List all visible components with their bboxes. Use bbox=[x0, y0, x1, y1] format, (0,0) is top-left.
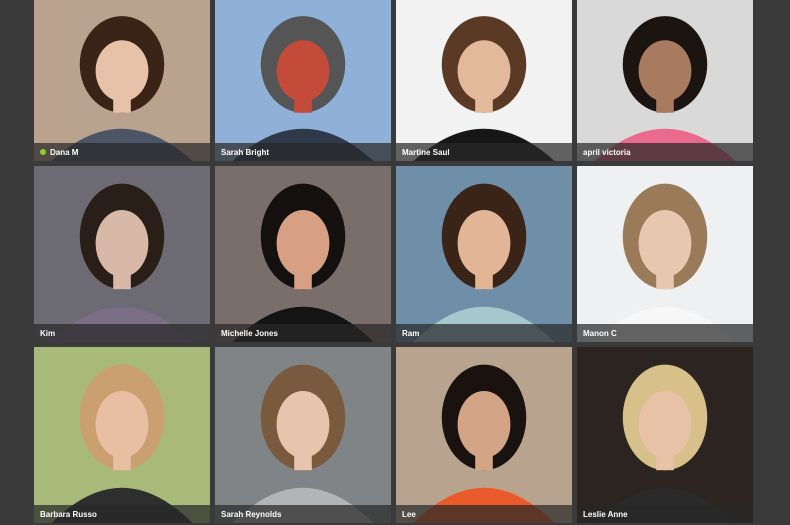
profile-caption: Martine Saul bbox=[396, 143, 572, 161]
neck-shape bbox=[113, 93, 131, 113]
profile-caption: Dana M bbox=[34, 143, 210, 161]
profile-name: Michelle Jones bbox=[221, 328, 278, 338]
profile-name: Lee bbox=[402, 509, 416, 519]
profile-caption: Sarah Reynolds bbox=[215, 505, 391, 523]
profile-photo bbox=[396, 347, 572, 523]
profile-card[interactable]: Barbara Russo bbox=[34, 347, 210, 523]
profile-name: Dana M bbox=[50, 147, 79, 157]
profile-caption: Leslie Anne bbox=[577, 505, 753, 523]
profile-name: Martine Saul bbox=[402, 147, 450, 157]
profile-card[interactable]: Ram bbox=[396, 166, 572, 342]
face-shape bbox=[457, 40, 511, 102]
profile-photo bbox=[34, 347, 210, 523]
profile-name: Kim bbox=[40, 328, 56, 338]
profile-name: Ram bbox=[402, 328, 420, 338]
face-shape bbox=[638, 391, 692, 458]
face-shape bbox=[638, 40, 692, 102]
profile-photo bbox=[577, 347, 753, 523]
face-shape bbox=[276, 40, 330, 102]
face-shape bbox=[276, 391, 330, 458]
profile-caption: Michelle Jones bbox=[215, 324, 391, 342]
profile-card[interactable]: Manon C bbox=[577, 166, 753, 342]
face-shape bbox=[276, 210, 330, 277]
profile-name: Sarah Bright bbox=[221, 147, 270, 157]
profile-photo bbox=[577, 0, 753, 161]
neck-shape bbox=[475, 449, 493, 471]
profile-caption: Kim bbox=[34, 324, 210, 342]
profile-caption: Barbara Russo bbox=[34, 505, 210, 523]
neck-shape bbox=[475, 93, 493, 113]
profile-photo bbox=[396, 166, 572, 342]
neck-shape bbox=[294, 268, 312, 290]
face-shape bbox=[638, 210, 692, 277]
profile-photo bbox=[577, 166, 753, 342]
portrait-illustration bbox=[215, 166, 391, 342]
face-shape bbox=[95, 210, 149, 277]
portrait-illustration bbox=[34, 166, 210, 342]
profile-caption: april victoria bbox=[577, 143, 753, 161]
portrait-illustration bbox=[396, 347, 572, 523]
neck-shape bbox=[656, 93, 674, 113]
portrait-illustration bbox=[577, 166, 753, 342]
profile-name: Manon C bbox=[583, 328, 617, 338]
profile-photo bbox=[215, 347, 391, 523]
profile-card[interactable]: Sarah Reynolds bbox=[215, 347, 391, 523]
profile-caption: Lee bbox=[396, 505, 572, 523]
profile-photo bbox=[215, 0, 391, 161]
face-shape bbox=[95, 40, 149, 102]
portrait-illustration bbox=[215, 0, 391, 161]
profile-card[interactable]: april victoria bbox=[577, 0, 753, 161]
profile-name: Sarah Reynolds bbox=[221, 509, 282, 519]
online-status-icon bbox=[40, 149, 46, 155]
neck-shape bbox=[475, 268, 493, 290]
portrait-illustration bbox=[396, 0, 572, 161]
profile-photo bbox=[34, 166, 210, 342]
profile-card[interactable]: Leslie Anne bbox=[577, 347, 753, 523]
profile-name: april victoria bbox=[583, 147, 631, 157]
face-shape bbox=[457, 391, 511, 458]
profile-caption: Sarah Bright bbox=[215, 143, 391, 161]
profile-name: Leslie Anne bbox=[583, 509, 628, 519]
profile-card[interactable]: Sarah Bright bbox=[215, 0, 391, 161]
neck-shape bbox=[294, 449, 312, 471]
neck-shape bbox=[656, 268, 674, 290]
face-shape bbox=[457, 210, 511, 277]
profile-card[interactable]: Michelle Jones bbox=[215, 166, 391, 342]
portrait-illustration bbox=[396, 166, 572, 342]
portrait-illustration bbox=[34, 347, 210, 523]
profile-caption: Manon C bbox=[577, 324, 753, 342]
profile-card[interactable]: Martine Saul bbox=[396, 0, 572, 161]
neck-shape bbox=[113, 268, 131, 290]
portrait-illustration bbox=[34, 0, 210, 161]
neck-shape bbox=[113, 449, 131, 471]
portrait-illustration bbox=[577, 0, 753, 161]
profile-card[interactable]: Lee bbox=[396, 347, 572, 523]
face-shape bbox=[95, 391, 149, 458]
portrait-illustration bbox=[577, 347, 753, 523]
profile-card[interactable]: Dana M bbox=[34, 0, 210, 161]
profile-grid: Dana M Sarah Bright Martine Saul april v… bbox=[0, 0, 790, 525]
profile-photo bbox=[34, 0, 210, 161]
profile-photo bbox=[215, 166, 391, 342]
profile-photo bbox=[396, 0, 572, 161]
portrait-illustration bbox=[215, 347, 391, 523]
profile-caption: Ram bbox=[396, 324, 572, 342]
profile-name: Barbara Russo bbox=[40, 509, 97, 519]
profile-card[interactable]: Kim bbox=[34, 166, 210, 342]
neck-shape bbox=[294, 93, 312, 113]
neck-shape bbox=[656, 449, 674, 471]
